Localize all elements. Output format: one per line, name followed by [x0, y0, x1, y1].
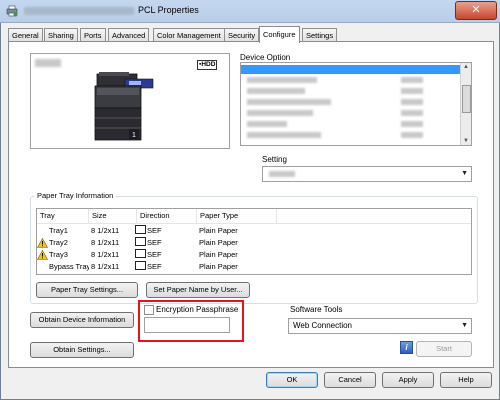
size-cell: 8 1/2x11 [91, 238, 120, 247]
title-bar: PCL Properties ✕ [0, 0, 500, 23]
printer-illustration: 1 [94, 72, 154, 141]
size-cell: 8 1/2x11 [91, 226, 120, 235]
setting-value-redacted [269, 171, 295, 177]
tab-security[interactable]: Security [224, 28, 260, 42]
direction-cell: SEF [135, 225, 195, 237]
page-orientation-icon [135, 261, 146, 270]
software-tools-selected: Web Connection [293, 321, 352, 330]
option-value-redacted [401, 110, 423, 116]
size-cell: 8 1/2x11 [91, 262, 120, 271]
paper-tray-group-label: Paper Tray Information [35, 191, 116, 200]
chevron-down-icon: ▼ [461, 322, 468, 329]
paper-tray-table: Tray Size Direction Paper Type Tray1 8 1… [36, 208, 472, 275]
option-row-redacted[interactable] [247, 110, 313, 116]
software-tools-label: Software Tools [290, 305, 343, 314]
warning-icon [37, 250, 48, 260]
apply-button[interactable]: Apply [382, 372, 434, 388]
direction-cell: SEF [135, 261, 195, 273]
option-value-redacted [401, 88, 423, 94]
setting-dropdown[interactable]: ▼ [262, 166, 472, 182]
paper-tray-settings-button[interactable]: Paper Tray Settings... [36, 282, 138, 298]
option-value-redacted [401, 77, 423, 83]
hdd-badge: ▪HDD [197, 60, 218, 70]
paper-type-cell: Plain Paper [199, 262, 238, 271]
cancel-button[interactable]: Cancel [324, 372, 376, 388]
tab-advanced[interactable]: Advanced [108, 28, 150, 42]
direction-cell: SEF [135, 237, 195, 249]
info-icon[interactable]: i [400, 341, 413, 354]
option-value-redacted [401, 121, 423, 127]
highlight-box [138, 300, 244, 342]
tab-sharing[interactable]: Sharing [44, 28, 78, 42]
table-header: Tray Size Direction Paper Type [37, 209, 471, 224]
device-option-list[interactable]: ▲ ▼ [240, 62, 472, 146]
option-row-redacted[interactable] [247, 88, 305, 94]
column-header-direction[interactable]: Direction [137, 209, 197, 223]
printer-name-redacted [24, 7, 134, 15]
option-row-redacted[interactable] [247, 77, 317, 83]
paper-type-cell: Plain Paper [199, 226, 238, 235]
tab-ports[interactable]: Ports [80, 28, 106, 42]
obtain-settings-button[interactable]: Obtain Settings... [30, 342, 134, 358]
tray-number-label: 1 [132, 132, 136, 139]
printer-preview: ▪HDD 1 [30, 53, 230, 149]
software-tools-dropdown[interactable]: Web Connection ▼ [288, 318, 472, 334]
help-button[interactable]: Help [440, 372, 492, 388]
scroll-up-icon[interactable]: ▲ [463, 64, 469, 70]
option-row-redacted[interactable] [247, 132, 321, 138]
start-button[interactable]: Start [416, 341, 472, 357]
option-value-redacted [401, 132, 423, 138]
window-title: PCL Properties [138, 5, 199, 15]
column-header-size[interactable]: Size [89, 209, 137, 223]
obtain-device-information-button[interactable]: Obtain Device Information [30, 312, 134, 328]
device-option-label: Device Option [240, 53, 291, 62]
warning-icon [37, 238, 48, 248]
paper-type-cell: Plain Paper [199, 238, 238, 247]
page-orientation-icon [135, 237, 146, 246]
option-value-redacted [401, 99, 423, 105]
tray-cell: Bypass Tray [49, 262, 89, 271]
tray-cell: Tray1 [49, 226, 68, 235]
tab-color-management[interactable]: Color Management [153, 28, 225, 42]
set-paper-name-button[interactable]: Set Paper Name by User... [146, 282, 250, 298]
tray-cell: Tray3 [49, 250, 68, 259]
device-option-scrollbar[interactable]: ▲ ▼ [460, 63, 471, 145]
column-header-paper-type[interactable]: Paper Type [197, 209, 277, 223]
scroll-down-icon[interactable]: ▼ [463, 138, 469, 144]
table-row[interactable]: Tray1 8 1/2x11 SEF Plain Paper [37, 225, 471, 237]
tab-configure[interactable]: Configure [259, 26, 300, 43]
direction-cell: SEF [135, 249, 195, 261]
size-cell: 8 1/2x11 [91, 250, 120, 259]
table-row[interactable]: Bypass Tray 8 1/2x11 SEF Plain Paper [37, 261, 471, 273]
table-row[interactable]: Tray2 8 1/2x11 SEF Plain Paper [37, 237, 471, 249]
paper-type-cell: Plain Paper [199, 250, 238, 259]
chevron-down-icon: ▼ [461, 170, 468, 177]
ok-button[interactable]: OK [266, 372, 318, 388]
tray-cell: Tray2 [49, 238, 68, 247]
printer-icon [6, 5, 18, 17]
selected-option-row[interactable] [241, 65, 460, 74]
option-row-redacted[interactable] [247, 121, 287, 127]
model-name-redacted [35, 59, 61, 67]
setting-label: Setting [262, 155, 287, 164]
column-header-tray[interactable]: Tray [37, 209, 89, 223]
option-row-redacted[interactable] [247, 99, 331, 105]
close-button[interactable]: ✕ [455, 1, 497, 20]
tab-general[interactable]: General [8, 28, 43, 42]
page-orientation-icon [135, 225, 146, 234]
tab-settings[interactable]: Settings [302, 28, 338, 42]
table-row[interactable]: Tray3 8 1/2x11 SEF Plain Paper [37, 249, 471, 261]
scroll-thumb[interactable] [462, 85, 471, 113]
page-orientation-icon [135, 249, 146, 258]
